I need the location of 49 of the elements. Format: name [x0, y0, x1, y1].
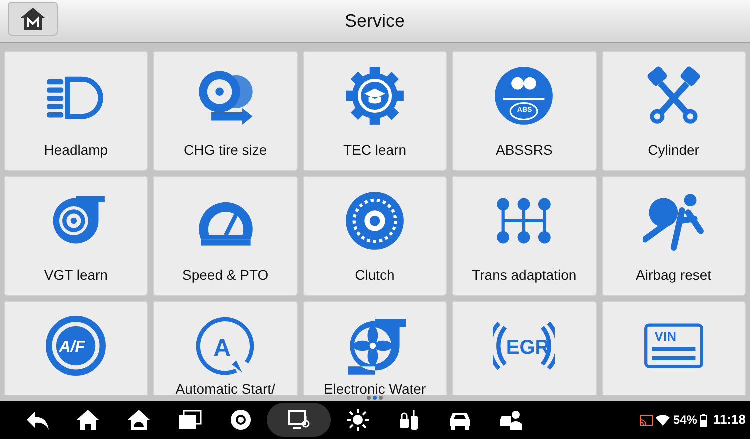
- service-tile[interactable]: Speed & PTO: [153, 176, 298, 296]
- service-tile[interactable]: VIN: [602, 301, 746, 395]
- nav-button[interactable]: [267, 403, 331, 437]
- car-person-icon: [498, 408, 522, 432]
- brightness-icon: [346, 408, 370, 432]
- service-tile[interactable]: TEC learn: [302, 51, 448, 171]
- house-icon: [20, 7, 46, 31]
- service-tile[interactable]: Clutch: [302, 176, 448, 296]
- service-tile[interactable]: Trans adaptation: [452, 176, 597, 296]
- tile-label: Clutch: [355, 266, 395, 285]
- service-tile[interactable]: A/F: [4, 301, 148, 395]
- clock: 11:18: [713, 411, 746, 430]
- icon-text: A: [214, 334, 231, 364]
- icon-text: VIN: [654, 328, 676, 346]
- cast-icon: [640, 414, 654, 426]
- service-tile[interactable]: Cylinder: [602, 51, 746, 171]
- wifi-icon: [656, 414, 670, 426]
- tile-label: Electronic Water: [324, 380, 426, 395]
- service-tile[interactable]: CHG tire size: [153, 51, 298, 171]
- battery-icon: [700, 414, 708, 426]
- service-tile[interactable]: EGR: [452, 301, 597, 395]
- service-tile[interactable]: A Automatic Start/: [153, 301, 298, 395]
- icon-text: A/F: [59, 338, 85, 358]
- icon-text: EGR: [506, 336, 550, 361]
- browser-icon: [228, 408, 252, 432]
- ring-icon: [45, 315, 108, 377]
- tile-label: Automatic Start/: [176, 380, 276, 395]
- tile-label: Trans adaptation: [472, 266, 577, 285]
- home-icon: [76, 408, 100, 432]
- tile-label: VGT learn: [44, 266, 108, 285]
- service-tile[interactable]: VGT learn: [4, 176, 148, 296]
- home-button[interactable]: [8, 2, 58, 36]
- tile-label: ABSSRS: [496, 141, 553, 160]
- tile-label: TEC learn: [343, 141, 406, 160]
- battery-percentage: 54%: [673, 412, 698, 429]
- screen-title: Service: [344, 10, 406, 32]
- tile-label: CHG tire size: [184, 141, 268, 160]
- circular-arrow-icon: [194, 315, 257, 377]
- tile-label: Airbag reset: [636, 266, 712, 285]
- windows-icon: [178, 408, 202, 432]
- screen-record-icon: [287, 408, 311, 432]
- service-tile[interactable]: Electronic Water: [302, 301, 448, 395]
- tile-label: Headlamp: [44, 141, 108, 160]
- tile-label: Cylinder: [648, 141, 700, 160]
- clutch-icon: [344, 190, 406, 252]
- gear-icon: [344, 65, 406, 127]
- service-tile[interactable]: Headlamp: [4, 51, 148, 171]
- service-tile[interactable]: Airbag reset: [602, 176, 746, 296]
- tile-label: Speed & PTO: [182, 266, 269, 285]
